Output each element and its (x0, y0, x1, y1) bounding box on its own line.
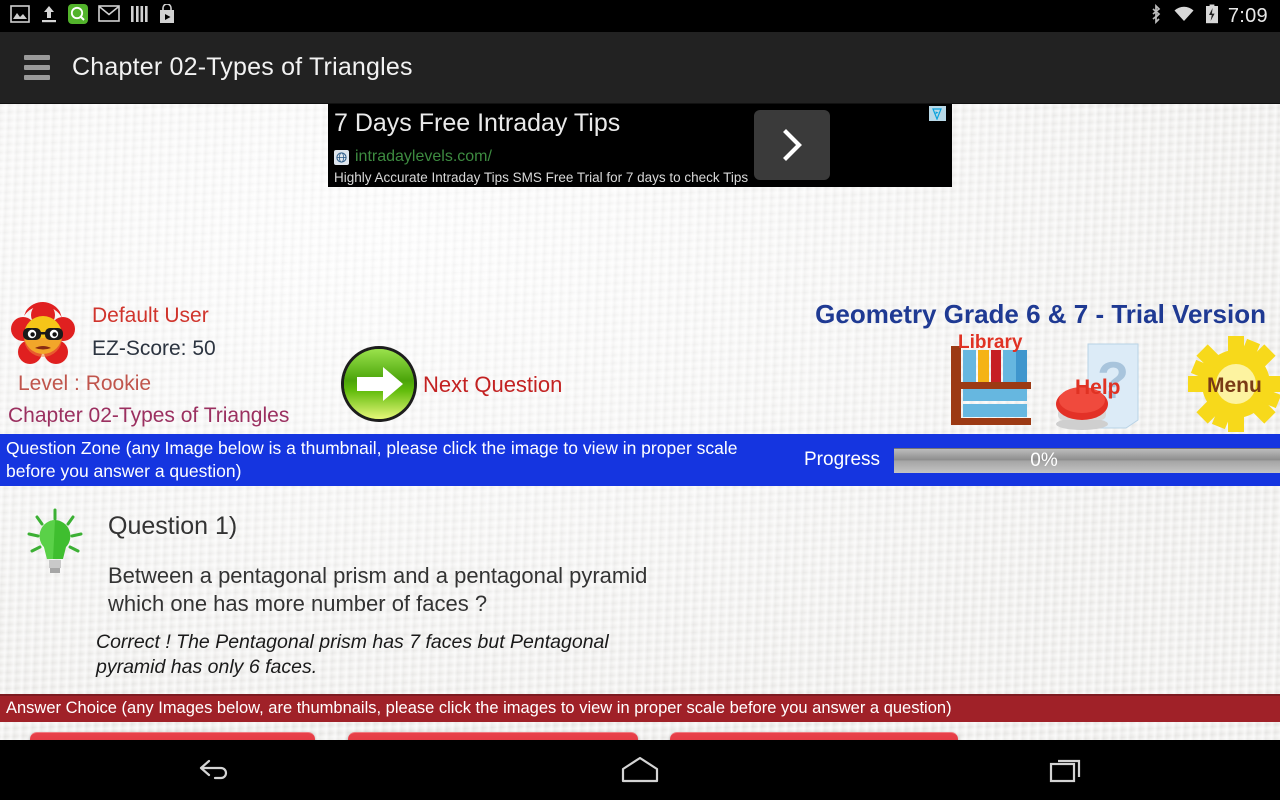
status-bar-clock: 7:09 (1227, 4, 1268, 27)
back-arrow-icon[interactable] (153, 756, 273, 784)
question-number: Question 1) (108, 512, 238, 540)
status-bar-notifications (0, 2, 176, 29)
answer-choice-text: Answer Choice (any Images below, are thu… (6, 699, 952, 717)
hamburger-icon[interactable] (24, 55, 50, 80)
main-content: 7 Days Free Intraday Tips intradaylevels… (0, 104, 1280, 800)
question-text: Between a pentagonal prism and a pentago… (108, 563, 648, 616)
globe-icon (334, 149, 349, 165)
progress-label: Progress (804, 449, 881, 470)
ad-headline: 7 Days Free Intraday Tips (334, 109, 621, 137)
chevron-right-icon[interactable] (754, 110, 830, 180)
ad-description: Highly Accurate Intraday Tips SMS Free T… (334, 170, 749, 185)
adchoices-icon[interactable] (929, 106, 946, 121)
current-chapter: Chapter 02-Types of Triangles (8, 404, 290, 427)
ad-banner[interactable]: 7 Days Free Intraday Tips intradaylevels… (328, 104, 952, 187)
menu-label[interactable]: Menu (1207, 374, 1262, 398)
screen-root: 7:09 Chapter 02-Types of Triangles 7 Day… (0, 0, 1280, 800)
user-name: Default User (92, 304, 209, 327)
app-title-bar: Chapter 02-Types of Triangles (0, 32, 1280, 104)
help-label[interactable]: Help (1075, 376, 1121, 400)
lightbulb-icon (24, 508, 86, 578)
status-bar-system-icons: 7:09 (1149, 0, 1268, 32)
app-subtitle: Geometry Grade 6 & 7 - Trial Version (815, 299, 1266, 329)
battery-charging-icon (1205, 4, 1219, 29)
android-status-bar: 7:09 (0, 0, 1280, 32)
recents-icon[interactable] (1007, 755, 1127, 785)
question-zone-text: Question Zone (any Image below is a thum… (6, 438, 738, 481)
arrow-right-circle-icon[interactable] (339, 344, 419, 424)
ad-url-row: intradaylevels.com/ (334, 148, 492, 166)
android-nav-bar (0, 740, 1280, 800)
ad-url[interactable]: intradaylevels.com/ (355, 148, 492, 166)
next-question-label[interactable]: Next Question (423, 372, 562, 398)
library-label[interactable]: Library (958, 332, 1022, 354)
progress-percent: 0% (1030, 450, 1058, 471)
play-store-icon (158, 2, 176, 29)
answer-choice-banner: Answer Choice (any Images below, are thu… (0, 694, 1280, 722)
ez-score: EZ-Score: 50 (92, 337, 216, 360)
bars-icon (130, 5, 148, 28)
gmail-icon (98, 5, 120, 27)
question-feedback: Correct ! The Pentagonal prism has 7 fac… (96, 631, 609, 678)
upload-icon (40, 4, 58, 29)
bluetooth-icon (1149, 3, 1163, 29)
user-level: Level : Rookie (18, 372, 152, 395)
page-title: Chapter 02-Types of Triangles (72, 53, 413, 81)
photo-icon (10, 4, 30, 28)
green-app-icon (68, 3, 88, 29)
wifi-icon (1172, 5, 1196, 28)
home-icon[interactable] (580, 755, 700, 785)
user-avatar-icon[interactable] (10, 302, 76, 368)
